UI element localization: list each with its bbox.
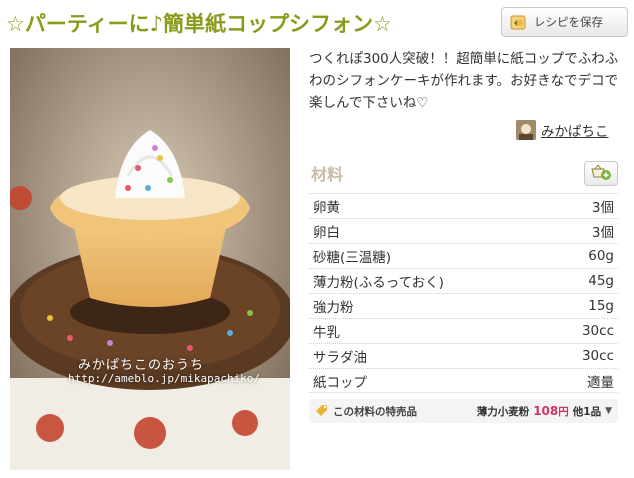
ingredient-quantity: 45g bbox=[588, 273, 614, 289]
sale-item-name: 薄力小麦粉 bbox=[476, 405, 530, 418]
chevron-down-icon[interactable]: ▼ bbox=[605, 406, 612, 416]
ingredient-quantity: 60g bbox=[588, 248, 614, 264]
sale-tag-icon bbox=[315, 403, 329, 420]
recipe-title: ☆パーティーに♪簡単紙コップシフォン☆ bbox=[6, 12, 392, 36]
add-to-list-icon bbox=[590, 163, 612, 185]
sale-items-more: 他1品 bbox=[572, 405, 602, 418]
ingredient-quantity: 適量 bbox=[587, 374, 614, 391]
ingredient-name: 紙コップ bbox=[313, 374, 367, 391]
ingredient-quantity: 15g bbox=[588, 298, 614, 314]
recipe-description: つくれぽ300人突破！！超簡単に紙コップでふわふわのシフォンケーキが作れます。お… bbox=[309, 51, 619, 111]
ingredient-quantity: 30cc bbox=[581, 348, 614, 364]
ingredient-row: 卵黄 3個 bbox=[309, 193, 618, 218]
avatar[interactable] bbox=[516, 120, 536, 140]
save-recipe-button[interactable]: レシピを保存 bbox=[501, 7, 628, 37]
sale-item-price: 108 bbox=[533, 404, 559, 418]
ingredient-row: 強力粉 15g bbox=[309, 293, 618, 318]
ingredient-name: 卵黄 bbox=[313, 200, 340, 216]
ingredient-quantity: 30cc bbox=[581, 323, 614, 339]
recipe-photo: みかぱちこのおうち http://ameblo.jp/mikapachiko/ bbox=[10, 48, 290, 470]
ingredient-name: 牛乳 bbox=[313, 325, 340, 341]
ingredients-table: 卵黄 3個 卵白 3個 砂糖(三温糖) 60g 薄力粉(ふるっておく) 45g 強力粉 1… bbox=[309, 193, 618, 393]
ingredient-row: 薄力粉(ふるっておく) 45g bbox=[309, 268, 618, 293]
ingredient-name: サラダ油 bbox=[313, 350, 367, 366]
ingredient-row: 紙コップ 適量 bbox=[309, 368, 618, 393]
sale-items-bar[interactable]: この材料の特売品 薄力小麦粉 108 円 他1品 ▼ bbox=[309, 399, 618, 423]
ingredient-row: 卵白 3個 bbox=[309, 218, 618, 243]
ingredient-row: 砂糖(三温糖) 60g bbox=[309, 243, 618, 268]
bookmark-hand-icon bbox=[508, 12, 528, 32]
author-name-link[interactable]: みかぱちこ bbox=[541, 120, 609, 140]
ingredient-name: 卵白 bbox=[313, 225, 340, 241]
ingredient-name: 薄力粉(ふるっておく) bbox=[313, 275, 444, 291]
author[interactable]: みかぱちこ bbox=[516, 120, 609, 140]
photo-watermark-name: みかぱちこのおうち bbox=[78, 358, 205, 373]
ingredients-heading: 材料 bbox=[311, 165, 344, 184]
ingredient-row: 牛乳 30cc bbox=[309, 318, 618, 343]
ingredient-name: 砂糖(三温糖) bbox=[313, 250, 392, 266]
ingredient-name: 強力粉 bbox=[313, 300, 354, 316]
ingredient-quantity: 3個 bbox=[591, 200, 614, 216]
cake-image bbox=[10, 48, 290, 470]
ingredient-row: サラダ油 30cc bbox=[309, 343, 618, 368]
ingredient-quantity: 3個 bbox=[591, 225, 614, 241]
photo-watermark-url: http://ameblo.jp/mikapachiko/ bbox=[68, 372, 261, 385]
add-to-list-button[interactable] bbox=[584, 161, 618, 186]
save-recipe-label: レシピを保存 bbox=[534, 15, 603, 29]
sale-item-currency: 円 bbox=[558, 405, 569, 418]
sale-items-label: この材料の特売品 bbox=[333, 405, 417, 418]
